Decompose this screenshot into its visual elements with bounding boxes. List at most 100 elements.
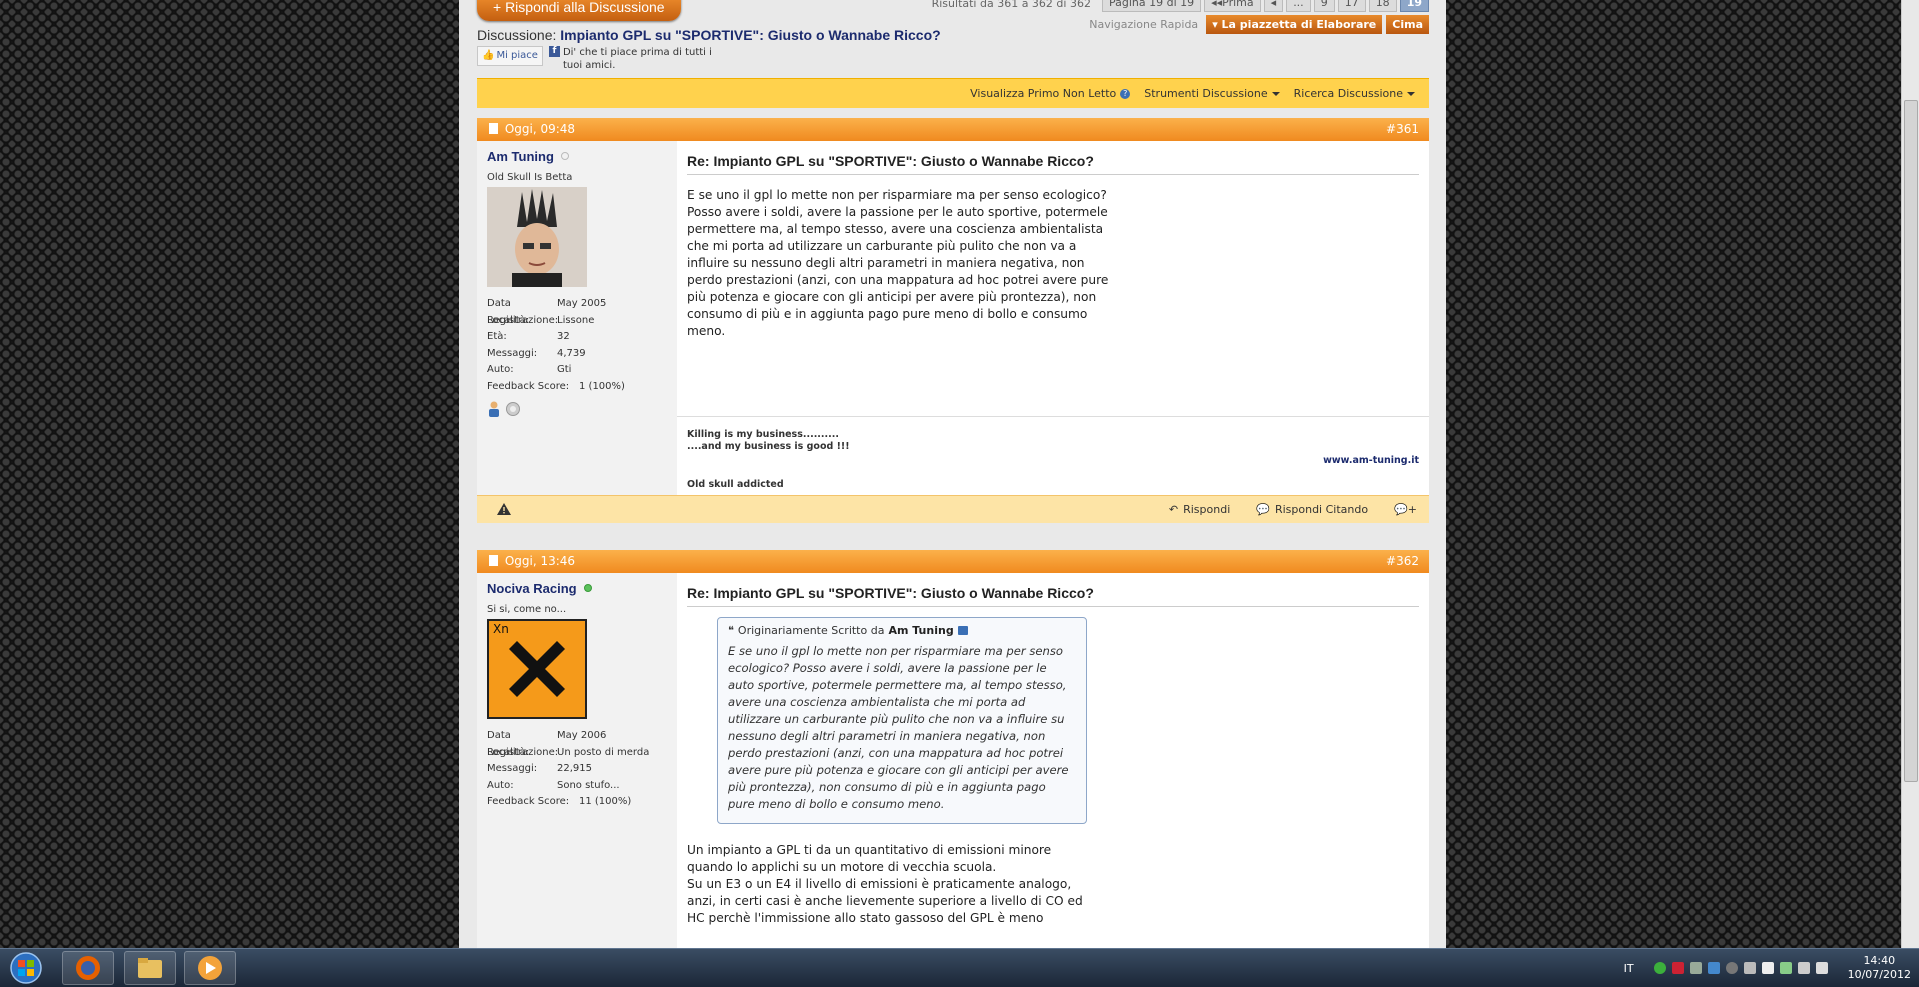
tray-app-icon[interactable] (1725, 962, 1738, 974)
signature-url-link[interactable]: www.am-tuning.it (1323, 455, 1419, 467)
username-link[interactable]: Nociva Racing (487, 581, 577, 596)
language-indicator[interactable]: IT (1624, 962, 1634, 975)
top-tab[interactable]: Cima (1386, 15, 1429, 34)
thread-tools-menu[interactable]: Strumenti Discussione (1144, 87, 1280, 100)
scrollbar-thumb[interactable] (1904, 100, 1918, 782)
thread-title-link[interactable]: Impianto GPL su "SPORTIVE": Giusto o Wan… (560, 27, 940, 43)
location-value: Un posto di merda (557, 746, 650, 758)
post-header: Oggi, 09:48 #361 (477, 118, 1429, 141)
network-icon[interactable] (1797, 962, 1810, 974)
action-center-flag-icon[interactable] (1761, 962, 1774, 974)
results-count: Risultati da 361 a 362 di 362 (931, 0, 1091, 10)
pager-first[interactable]: ◂◂Prima (1204, 0, 1261, 12)
chevron-down-icon (1407, 91, 1415, 96)
first-unread-label: Visualizza Primo Non Letto (970, 87, 1117, 100)
quote-reply-button[interactable]: 💬 Rispondi Citando (1256, 503, 1368, 516)
quote-prefix: Originariamente Scritto da (737, 624, 885, 637)
post-footer: ↶ Rispondi 💬 Rispondi Citando 💬+ (477, 495, 1429, 523)
post-message-line: anzi, in certi casi è anche lievemente s… (687, 894, 1083, 908)
reputation-icon[interactable] (505, 401, 521, 417)
reply-button[interactable]: ↶ Rispondi (1169, 503, 1230, 516)
posts-label: Messaggi: (487, 763, 538, 774)
page-scrollbar[interactable] (1901, 0, 1919, 948)
pager-page-17[interactable]: 17 (1337, 0, 1366, 12)
report-warning-icon[interactable] (497, 503, 511, 515)
folder-icon (138, 958, 162, 978)
pager-ellipsis: ... (1286, 0, 1311, 12)
thumbs-up-icon: 👍 (482, 50, 495, 61)
reg-value: May 2005 (557, 298, 607, 309)
user-title: Old Skull Is Betta (487, 172, 573, 183)
car-value: Gti (557, 364, 572, 375)
sync-icon[interactable] (1689, 962, 1702, 974)
thread-tools-label: Strumenti Discussione (1144, 87, 1268, 100)
username-link[interactable]: Am Tuning (487, 149, 554, 164)
facebook-icon: f (548, 46, 560, 57)
message-area: Re: Impianto GPL su "SPORTIVE": Giusto o… (677, 573, 1429, 948)
post-date: Oggi, 09:48 (504, 122, 576, 136)
posts-value: 22,915 (557, 763, 592, 774)
message-area: Re: Impianto GPL su "SPORTIVE": Giusto o… (677, 141, 1429, 495)
post-body: Am Tuning Old Skull Is Betta Data Regist… (477, 141, 1429, 495)
user-info-panel: Nociva Racing Si si, come no... Xn Data … (477, 573, 677, 948)
post-title: Re: Impianto GPL su "SPORTIVE": Giusto o… (687, 153, 1419, 175)
start-button[interactable] (4, 951, 48, 985)
multi-quote-icon: 💬+ (1394, 503, 1417, 516)
volume-icon[interactable] (1815, 962, 1828, 974)
pager-prev[interactable]: ◂ (1263, 0, 1284, 12)
user-profile-icon[interactable] (487, 401, 501, 417)
post-message-line: quando lo applichi su un motore di vecch… (687, 860, 997, 874)
reg-value: May 2006 (557, 730, 607, 741)
feedback-value: 1 (100%) (579, 380, 625, 392)
pager-page-18[interactable]: 18 (1368, 0, 1397, 12)
user-facts: Data Registrazione: May 2006 Località: Un … (487, 728, 667, 811)
signature-line-1: Killing is my business.......... (687, 429, 839, 440)
user-facts: Data Registrazione: May 2005 Località: Lis… (487, 296, 667, 395)
car-value: Sono stufo... (557, 779, 620, 791)
browser-viewport: + Rispondi alla Discussione Risultati da… (0, 0, 1919, 948)
pager-current-page: 19 (1399, 0, 1429, 12)
pagination: Risultati da 361 a 362 di 362 Pagina 19 … (932, 0, 1429, 12)
reg-label: Data Registrazione: (487, 730, 559, 758)
firefox-taskbar-button[interactable] (62, 951, 114, 985)
first-unread-link[interactable]: Visualizza Primo Non Letto ? (970, 87, 1131, 100)
thread-search-menu[interactable]: Ricerca Discussione (1294, 87, 1415, 100)
thread-title-prefix: Discussione: (477, 27, 557, 43)
feedback-label: Feedback Score: (487, 796, 570, 807)
pager-page-9[interactable]: 9 (1313, 0, 1335, 12)
network-green-icon[interactable] (1653, 962, 1666, 974)
age-value: 32 (557, 331, 570, 342)
post-message: Un impianto a GPL ti da un quantitativo … (687, 842, 1117, 927)
user-avatar[interactable]: Xn (487, 619, 587, 719)
offline-status-icon (561, 152, 570, 160)
media-player-taskbar-button[interactable] (184, 951, 236, 985)
reply-arrow-icon: ↶ (1168, 503, 1179, 516)
user-title: Si si, come no... (487, 604, 567, 615)
post-message: E se uno il gpl lo mette non per risparm… (687, 188, 1109, 338)
tray-app-icon[interactable] (1743, 962, 1756, 974)
clock-time: 14:40 (1863, 954, 1896, 967)
facebook-like-button[interactable]: 👍 Mi piace (477, 46, 543, 66)
security-icon[interactable] (1671, 962, 1684, 974)
media-player-icon (198, 956, 222, 980)
post-number-link[interactable]: #361 (1386, 118, 1419, 141)
post-date: Oggi, 13:46 (504, 554, 576, 568)
facebook-like-row: 👍 Mi piace f Di' che ti piace prima di t… (477, 46, 719, 72)
forum-tab[interactable]: ▾ La piazzetta di Elaborare (1206, 15, 1383, 34)
user-avatar[interactable] (487, 187, 587, 287)
multi-quote-button[interactable]: 💬+ (1394, 503, 1417, 516)
view-post-icon[interactable] (957, 626, 968, 635)
skype-icon[interactable] (1707, 962, 1720, 974)
post-message-line: Su un E3 o un E4 il livello di emissioni… (687, 877, 1072, 891)
quote-header: ❝ Originariamente Scritto da Am Tuning (728, 624, 1076, 637)
system-clock[interactable]: 14:40 10/07/2012 (1848, 954, 1911, 982)
safely-remove-icon[interactable] (1779, 962, 1792, 974)
reply-to-thread-button[interactable]: + Rispondi alla Discussione (477, 0, 681, 21)
age-label: Età: (487, 331, 507, 342)
car-label: Auto: (487, 364, 514, 375)
explorer-taskbar-button[interactable] (124, 951, 176, 985)
location-label: Località: (487, 314, 530, 326)
quick-navigation: Navigazione Rapida ▾ La piazzetta di Ela… (1089, 15, 1429, 34)
post-number-link[interactable]: #362 (1386, 550, 1419, 573)
quote-author: Am Tuning (888, 624, 954, 637)
